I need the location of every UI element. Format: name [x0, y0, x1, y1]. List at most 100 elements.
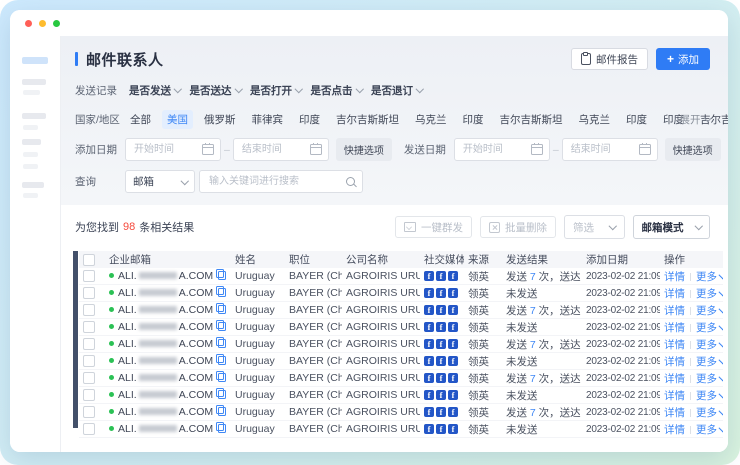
facebook-icon[interactable]: f [424, 356, 434, 366]
row-checkbox[interactable] [83, 406, 95, 418]
facebook-icon[interactable]: f [448, 373, 458, 383]
more-link[interactable]: 更多 [696, 288, 723, 300]
detail-link[interactable]: 详情 [664, 305, 685, 317]
maximize-dot[interactable] [53, 20, 60, 27]
add-date-end-input[interactable] [233, 138, 329, 161]
country-option[interactable]: 全部 [125, 110, 156, 129]
copy-icon[interactable] [218, 356, 226, 365]
row-checkbox[interactable] [83, 372, 95, 384]
copy-icon[interactable] [218, 271, 226, 280]
detail-link[interactable]: 详情 [664, 339, 685, 351]
row-checkbox[interactable] [83, 355, 95, 367]
facebook-icon[interactable]: f [424, 271, 434, 281]
bulk-send-button[interactable]: 一键群发 [395, 216, 472, 238]
filter-dropdown[interactable]: 是否点击 [311, 83, 363, 98]
filter-dropdown[interactable]: 是否送达 [190, 83, 242, 98]
filter-select[interactable]: 筛选 [564, 215, 625, 239]
detail-link[interactable]: 详情 [664, 322, 685, 334]
add-date-start-input[interactable] [125, 138, 221, 161]
country-option[interactable]: 印度 [621, 110, 652, 129]
facebook-icon[interactable]: f [448, 339, 458, 349]
country-option[interactable]: 印度 [294, 110, 325, 129]
facebook-icon[interactable]: f [424, 407, 434, 417]
row-checkbox[interactable] [83, 304, 95, 316]
facebook-icon[interactable]: f [448, 356, 458, 366]
row-checkbox[interactable] [83, 270, 95, 282]
more-link[interactable]: 更多 [696, 424, 723, 436]
detail-link[interactable]: 详情 [664, 390, 685, 402]
expand-toggle[interactable]: 展开 [680, 112, 711, 127]
country-option[interactable]: 菲律宾 [247, 110, 289, 129]
more-link[interactable]: 更多 [696, 356, 723, 368]
more-link[interactable]: 更多 [696, 271, 723, 283]
facebook-icon[interactable]: f [448, 424, 458, 434]
country-option[interactable]: 乌克兰 [574, 110, 616, 129]
facebook-icon[interactable]: f [424, 373, 434, 383]
facebook-icon[interactable]: f [424, 288, 434, 298]
copy-icon[interactable] [218, 407, 226, 416]
bulk-delete-button[interactable]: 批量删除 [480, 216, 556, 238]
detail-link[interactable]: 详情 [664, 407, 685, 419]
detail-link[interactable]: 详情 [664, 356, 685, 368]
copy-icon[interactable] [218, 390, 226, 399]
facebook-icon[interactable]: f [424, 390, 434, 400]
filter-dropdown[interactable]: 是否退订 [371, 83, 423, 98]
send-date-quick-button[interactable]: 快捷选项 [665, 138, 721, 161]
add-date-end-field[interactable] [240, 143, 306, 156]
send-date-start-input[interactable] [454, 138, 550, 161]
copy-icon[interactable] [218, 373, 226, 382]
facebook-icon[interactable]: f [448, 322, 458, 332]
row-checkbox[interactable] [83, 338, 95, 350]
filter-dropdown[interactable]: 是否打开 [250, 83, 302, 98]
country-option-selected[interactable]: 美国 [162, 110, 193, 129]
detail-link[interactable]: 详情 [664, 373, 685, 385]
more-link[interactable]: 更多 [696, 390, 723, 402]
country-option[interactable]: 俄罗斯 [199, 110, 241, 129]
minimize-dot[interactable] [39, 20, 46, 27]
send-date-end-field[interactable] [569, 143, 635, 156]
row-checkbox[interactable] [83, 321, 95, 333]
facebook-icon[interactable]: f [424, 424, 434, 434]
copy-icon[interactable] [218, 288, 226, 297]
facebook-icon[interactable]: f [424, 339, 434, 349]
more-link[interactable]: 更多 [696, 339, 723, 351]
more-link[interactable]: 更多 [696, 407, 723, 419]
query-type-select[interactable]: 邮箱 [125, 170, 195, 193]
facebook-icon[interactable]: f [448, 271, 458, 281]
country-option[interactable]: 吉尔吉斯斯坦 [331, 110, 404, 129]
copy-icon[interactable] [218, 339, 226, 348]
detail-link[interactable]: 详情 [664, 424, 685, 436]
facebook-icon[interactable]: f [448, 407, 458, 417]
detail-link[interactable]: 详情 [664, 271, 685, 283]
keyword-search-input[interactable] [207, 175, 342, 188]
send-date-start-field[interactable] [461, 143, 527, 156]
send-date-end-input[interactable] [562, 138, 658, 161]
copy-icon[interactable] [218, 305, 226, 314]
facebook-icon[interactable]: f [448, 305, 458, 315]
facebook-icon[interactable]: f [436, 271, 446, 281]
detail-link[interactable]: 详情 [664, 288, 685, 300]
facebook-icon[interactable]: f [436, 373, 446, 383]
facebook-icon[interactable]: f [436, 322, 446, 332]
row-checkbox[interactable] [83, 423, 95, 435]
country-option[interactable]: 吉尔吉斯斯坦 [495, 110, 568, 129]
facebook-icon[interactable]: f [436, 339, 446, 349]
filter-dropdown[interactable]: 是否发送 [129, 83, 181, 98]
mode-select[interactable]: 邮箱模式 [633, 215, 711, 239]
more-link[interactable]: 更多 [696, 373, 723, 385]
add-date-start-field[interactable] [132, 143, 198, 156]
mail-report-button[interactable]: 邮件报告 [571, 48, 648, 70]
copy-icon[interactable] [218, 424, 226, 433]
copy-icon[interactable] [218, 322, 226, 331]
close-dot[interactable] [25, 20, 32, 27]
keyword-search-box[interactable] [199, 170, 363, 193]
facebook-icon[interactable]: f [424, 322, 434, 332]
add-button[interactable]: + 添加 [656, 48, 710, 70]
facebook-icon[interactable]: f [436, 390, 446, 400]
more-link[interactable]: 更多 [696, 322, 723, 334]
facebook-icon[interactable]: f [448, 390, 458, 400]
select-all-checkbox[interactable] [83, 254, 95, 266]
row-checkbox[interactable] [83, 287, 95, 299]
facebook-icon[interactable]: f [436, 288, 446, 298]
facebook-icon[interactable]: f [436, 356, 446, 366]
